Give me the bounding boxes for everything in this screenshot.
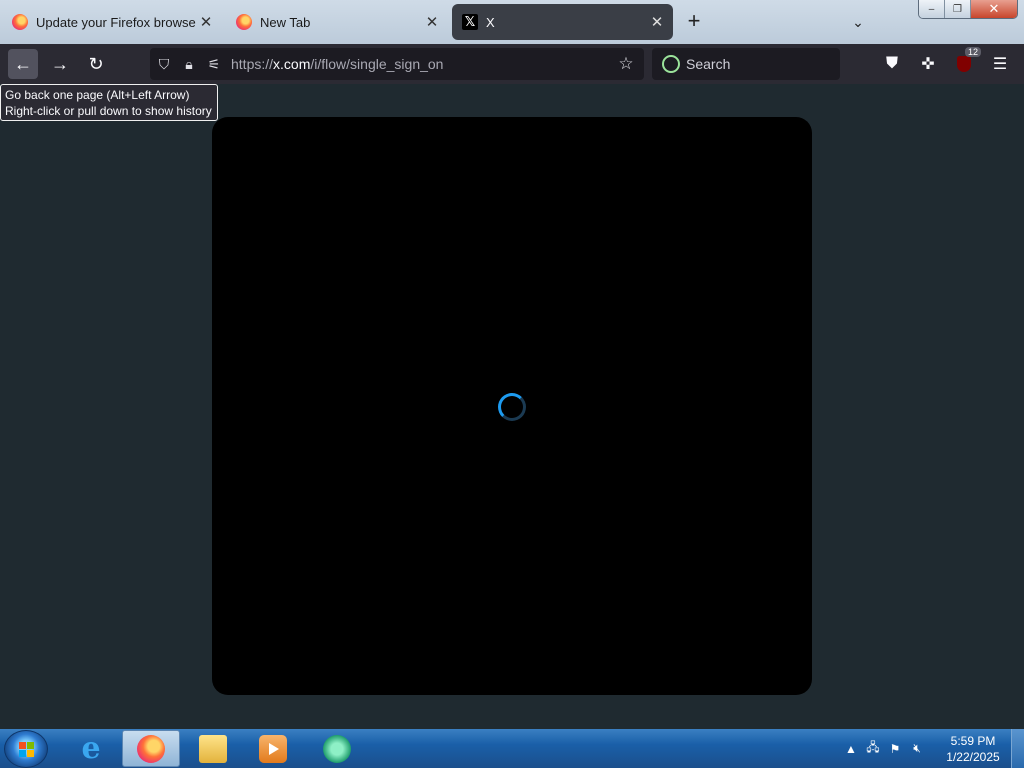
tab-new-tab[interactable]: New Tab ✕: [226, 4, 448, 40]
bookmark-star-icon[interactable]: ☆: [614, 52, 638, 76]
taskbar-file-explorer[interactable]: [184, 730, 242, 767]
minimize-button[interactable]: –: [919, 0, 945, 18]
search-placeholder: Search: [686, 56, 731, 72]
permissions-icon[interactable]: ⚟: [203, 53, 225, 75]
url-host: x.com: [273, 56, 311, 72]
navigation-toolbar: ← → ↻ ⛉ 🔒︎ ⚟ https://x.com/i/flow/single…: [0, 44, 1024, 84]
tab-label: New Tab: [260, 14, 311, 30]
url-prefix: https://: [231, 56, 274, 72]
start-button[interactable]: [4, 730, 48, 768]
menu-button[interactable]: ☰: [987, 51, 1013, 77]
puzzle-icon: ✜: [921, 56, 935, 73]
show-desktop-button[interactable]: [1011, 729, 1024, 768]
tab-label: Update your Firefox browser: [36, 14, 196, 30]
search-engine-icon: [662, 55, 680, 73]
action-center-flag-icon[interactable]: ⚑: [885, 739, 905, 759]
list-all-tabs-button[interactable]: ⌄: [846, 10, 870, 34]
ublock-button[interactable]: 12: [951, 47, 981, 77]
taskbar-green-app[interactable]: [308, 730, 366, 767]
back-button[interactable]: ←: [8, 49, 38, 79]
taskbar: e ▲ 🖧 ⚑ 🔇︎ 5:59 PM 1/22/2025: [0, 729, 1024, 768]
restore-button[interactable]: ❐: [945, 0, 971, 18]
back-button-tooltip: Go back one page (Alt+Left Arrow) Right-…: [0, 84, 218, 121]
search-input[interactable]: Search: [652, 48, 840, 80]
firefox-icon: [236, 14, 252, 30]
firefox-icon: [12, 14, 28, 30]
loading-spinner: [498, 393, 526, 421]
tab-strip: Update your Firefox browser ✕ New Tab ✕ …: [0, 0, 1024, 44]
login-modal: [212, 117, 812, 695]
taskbar-media-player[interactable]: [244, 730, 302, 767]
media-player-icon: [259, 734, 287, 763]
forward-button[interactable]: →: [45, 49, 75, 79]
ublock-icon: [957, 56, 971, 72]
clock-time: 5:59 PM: [950, 734, 996, 748]
new-tab-button[interactable]: +: [682, 10, 706, 34]
hamburger-menu-icon: ☰: [992, 56, 1008, 73]
clock-date: 1/22/2025: [946, 750, 1000, 764]
close-icon[interactable]: ✕: [196, 12, 216, 32]
pocket-button[interactable]: ⛊: [879, 51, 905, 77]
green-app-icon: [323, 734, 351, 763]
taskbar-internet-explorer[interactable]: e: [62, 730, 120, 767]
lock-icon[interactable]: 🔒︎: [178, 53, 200, 75]
internet-explorer-icon: e: [81, 730, 101, 766]
show-hidden-icons-icon[interactable]: ▲: [841, 739, 861, 759]
network-icon[interactable]: 🖧: [863, 739, 883, 759]
clock[interactable]: 5:59 PM 1/22/2025: [940, 733, 1006, 765]
taskbar-firefox[interactable]: [122, 730, 180, 767]
x-logo-icon: 𝕏: [462, 14, 478, 30]
url-path: /i/flow/single_sign_on: [310, 56, 444, 72]
pocket-icon: ⛊: [885, 55, 898, 72]
windows-logo-icon: [19, 742, 35, 758]
window-controls: – ❐ ✕: [918, 0, 1018, 19]
tooltip-line-2: Right-click or pull down to show history: [5, 104, 212, 118]
tab-update-firefox[interactable]: Update your Firefox browser ✕: [2, 4, 222, 40]
firefox-icon: [137, 734, 165, 763]
address-bar[interactable]: ⛉ 🔒︎ ⚟ https://x.com/i/flow/single_sign_…: [150, 48, 644, 80]
tab-x[interactable]: 𝕏 X ✕: [452, 4, 673, 40]
url-text[interactable]: https://x.com/i/flow/single_sign_on: [231, 56, 614, 72]
page-content: [0, 84, 1024, 729]
tab-label: X: [486, 14, 495, 30]
close-window-button[interactable]: ✕: [971, 0, 1017, 18]
folder-icon: [199, 734, 227, 763]
tooltip-line-1: Go back one page (Alt+Left Arrow): [5, 88, 190, 102]
shield-icon[interactable]: ⛉: [153, 53, 175, 75]
extensions-button[interactable]: ✜: [915, 51, 941, 77]
reload-button[interactable]: ↻: [81, 49, 111, 79]
close-icon[interactable]: ✕: [647, 12, 667, 32]
extension-badge: 12: [964, 47, 981, 57]
volume-muted-icon[interactable]: 🔇︎: [907, 739, 927, 759]
close-icon[interactable]: ✕: [422, 12, 442, 32]
system-tray: ▲ 🖧 ⚑ 🔇︎: [840, 729, 928, 768]
